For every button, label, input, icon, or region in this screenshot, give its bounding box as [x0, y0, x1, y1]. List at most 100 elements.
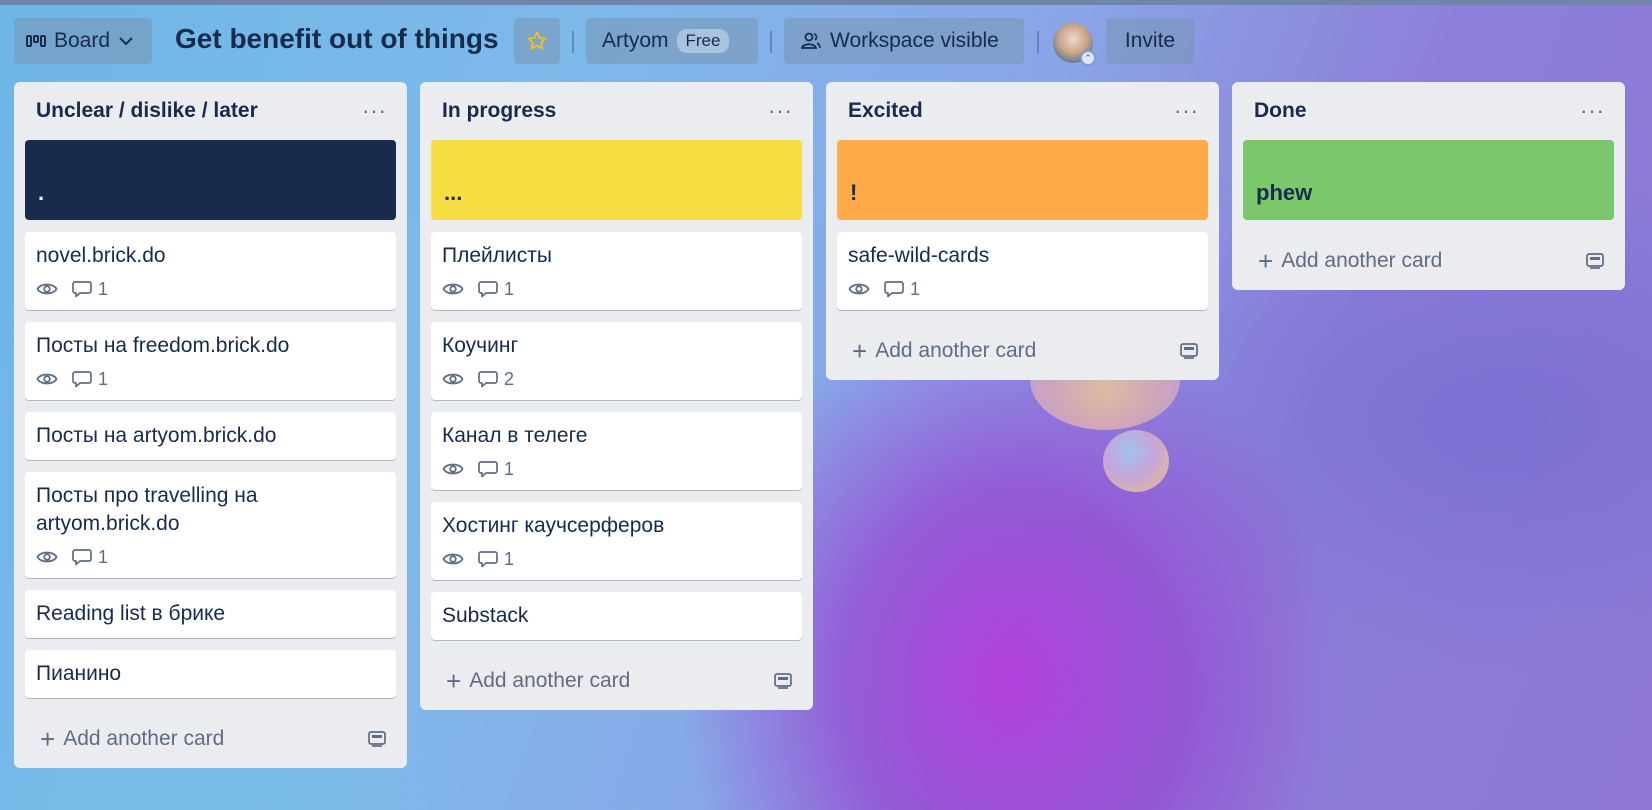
card-list: ! safe-wild-cards 1: [826, 140, 1219, 310]
cover-card-title: .: [38, 180, 45, 205]
list-header: In progress ···: [420, 82, 813, 140]
card[interactable]: Канал в телеге 1: [431, 412, 802, 490]
add-card-button[interactable]: + Add another card: [852, 338, 1036, 364]
add-card-row: + Add another card: [14, 710, 407, 768]
list-menu-icon[interactable]: ···: [1580, 100, 1605, 122]
board-view-icon: [26, 32, 46, 50]
card[interactable]: Посты про travelling на artyom.brick.do 1: [25, 472, 396, 578]
eye-icon: [442, 461, 464, 477]
cover-card[interactable]: ...: [431, 140, 802, 220]
card-title: Substack: [442, 604, 529, 627]
card-title: Reading list в брике: [36, 602, 226, 625]
add-card-label: Add another card: [1281, 249, 1443, 272]
comment-icon: [884, 280, 904, 298]
workspace-name: Artyom: [602, 29, 669, 52]
card[interactable]: Substack: [431, 592, 802, 640]
card[interactable]: Коучинг 2: [431, 322, 802, 400]
list-title[interactable]: Excited: [848, 99, 923, 123]
comment-badge: 1: [72, 369, 108, 390]
comment-count: 1: [98, 278, 109, 299]
card-badges: 1: [36, 278, 385, 300]
cover-card-title: phew: [1256, 180, 1313, 205]
add-card-label: Add another card: [63, 727, 225, 750]
card-title: Хостинг каучсерферов: [442, 514, 665, 537]
plus-icon: +: [446, 666, 462, 696]
eye-icon: [36, 371, 58, 387]
comment-count: 1: [504, 458, 515, 479]
list-title[interactable]: Done: [1254, 99, 1307, 123]
comment-count: 1: [98, 546, 109, 567]
invite-button[interactable]: Invite: [1106, 18, 1194, 64]
list-header: Excited ···: [826, 82, 1219, 140]
comment-count: 1: [504, 548, 515, 569]
card[interactable]: novel.brick.do 1: [25, 232, 396, 310]
plus-icon: +: [40, 724, 56, 754]
comment-icon: [478, 280, 498, 298]
comment-icon: [478, 460, 498, 478]
card-template-icon[interactable]: [773, 672, 793, 690]
comment-badge: 2: [478, 369, 514, 390]
cover-card[interactable]: phew: [1243, 140, 1614, 220]
people-icon: [800, 31, 822, 51]
comment-count: 1: [98, 368, 109, 389]
eye-icon: [36, 549, 58, 565]
card[interactable]: Посты на freedom.brick.do 1: [25, 322, 396, 400]
list-header: Done ···: [1232, 82, 1625, 140]
card-title: Посты про travelling на artyom.brick.do: [36, 484, 258, 535]
card[interactable]: Плейлисты 1: [431, 232, 802, 310]
card[interactable]: safe-wild-cards 1: [837, 232, 1208, 310]
eye-icon: [442, 371, 464, 387]
card-badges: 1: [36, 546, 385, 568]
list-title[interactable]: Unclear / dislike / later: [36, 99, 258, 123]
card[interactable]: Хостинг каучсерферов 1: [431, 502, 802, 580]
comment-icon: [72, 280, 92, 298]
list-menu-icon[interactable]: ···: [362, 100, 387, 122]
card-list: phew: [1232, 140, 1625, 220]
card-badges: 1: [442, 548, 791, 570]
visibility-button[interactable]: Workspace visible: [784, 18, 1024, 64]
card-title: Плейлисты: [442, 244, 552, 267]
board-title[interactable]: Get benefit out of things: [175, 23, 499, 55]
board-view-switcher[interactable]: Board: [14, 18, 152, 64]
eye-icon: [848, 281, 870, 297]
member-avatar[interactable]: ⌃: [1053, 23, 1096, 66]
card-template-icon[interactable]: [1585, 252, 1605, 270]
card-title: Пианино: [36, 662, 122, 685]
background-orb-small: [1103, 430, 1169, 492]
list-menu-icon[interactable]: ···: [1174, 100, 1199, 122]
star-button[interactable]: [514, 18, 560, 64]
card-title: Канал в телеге: [442, 424, 588, 447]
list-menu-icon[interactable]: ···: [768, 100, 793, 122]
plan-badge: Free: [676, 29, 730, 53]
comment-count: 2: [504, 368, 515, 389]
add-card-row: + Add another card: [420, 652, 813, 710]
comment-badge: 1: [478, 279, 514, 300]
list[interactable]: Unclear / dislike / later ···. novel.brick…: [14, 82, 407, 768]
visibility-label: Workspace visible: [830, 29, 999, 52]
cover-card[interactable]: !: [837, 140, 1208, 220]
list[interactable]: Excited ···! safe-wild-cards 1 + Add another …: [826, 82, 1219, 380]
eye-icon: [442, 281, 464, 297]
comment-badge: 1: [884, 279, 920, 300]
cover-card-title: !: [850, 180, 858, 205]
add-card-button[interactable]: + Add another card: [40, 726, 224, 752]
list-title[interactable]: In progress: [442, 99, 556, 123]
workspace-button[interactable]: Artyom Free: [586, 18, 758, 64]
card-template-icon[interactable]: [1179, 342, 1199, 360]
invite-label: Invite: [1124, 29, 1176, 52]
card-title: Посты на freedom.brick.do: [36, 334, 290, 357]
divider: [770, 31, 772, 53]
board-view-label: Board: [54, 29, 111, 52]
add-card-button[interactable]: + Add another card: [446, 668, 630, 694]
card-badges: 1: [36, 368, 385, 390]
card[interactable]: Reading list в брике: [25, 590, 396, 638]
cover-card[interactable]: .: [25, 140, 396, 220]
list[interactable]: In progress ···... Плейлисты 1 Коучинг 2 Канал…: [420, 82, 813, 710]
card[interactable]: Пианино: [25, 650, 396, 698]
card[interactable]: Посты на artyom.brick.do: [25, 412, 396, 460]
plus-icon: +: [1258, 246, 1274, 276]
card-template-icon[interactable]: [367, 730, 387, 748]
add-card-button[interactable]: + Add another card: [1258, 248, 1442, 274]
card-badges: 1: [442, 458, 791, 480]
list[interactable]: Done ··· phew + Add another card: [1232, 82, 1625, 290]
